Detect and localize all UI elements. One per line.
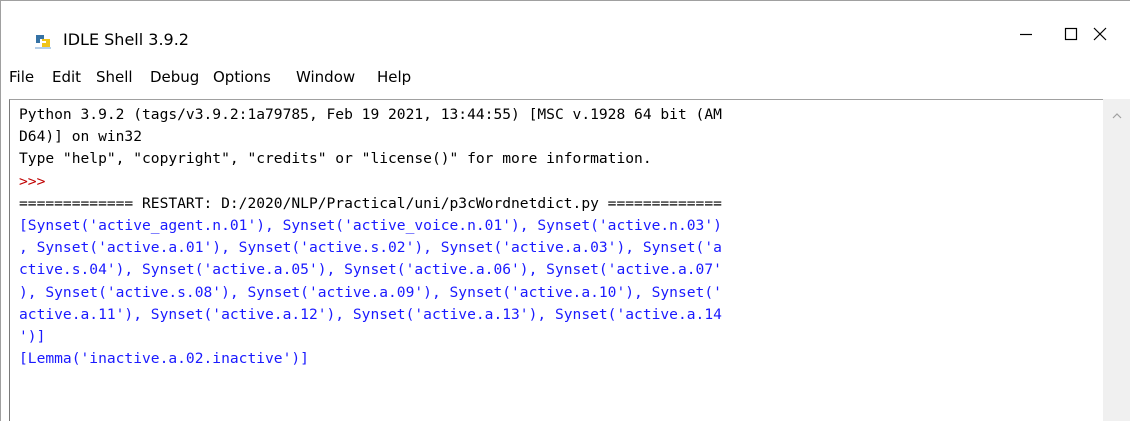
menu-file[interactable]: File [9,68,34,86]
window-title: IDLE Shell 3.9.2 [63,30,189,49]
minimize-icon [1019,26,1033,45]
menu-window[interactable]: Window [296,68,355,86]
menu-bar: File Edit Shell Debug Options Window Hel… [1,63,1130,93]
close-button[interactable] [1077,19,1123,51]
shell-text-area[interactable]: Python 3.9.2 (tags/v3.9.2:1a79785, Feb 1… [9,99,1103,421]
title-bar[interactable]: IDLE Shell 3.9.2 [1,1,1130,53]
shell-output: Python 3.9.2 (tags/v3.9.2:1a79785, Feb 1… [19,104,722,370]
close-icon [1093,26,1107,45]
menu-help[interactable]: Help [377,68,411,86]
shell-line: Type "help", "copyright", "credits" or "… [19,150,652,168]
menu-debug[interactable]: Debug [150,68,199,86]
restart-banner: ============= RESTART: D:/2020/NLP/Pract… [19,194,722,212]
shell-line: Python 3.9.2 (tags/v3.9.2:1a79785, Feb 1… [19,106,722,123]
output-line: ), Synset('active.s.08'), Synset('active… [19,283,722,301]
minimize-button[interactable] [1003,19,1049,51]
chevron-up-icon[interactable] [1112,107,1122,125]
output-line: , Synset('active.a.01'), Synset('active.… [19,239,722,257]
output-line: ctive.s.04'), Synset('active.a.05'), Syn… [19,261,722,279]
maximize-icon [1064,26,1078,45]
menu-options[interactable]: Options [213,68,271,86]
shell-line: D64)] on win32 [19,128,143,146]
output-line: active.a.11'), Synset('active.a.12'), Sy… [19,305,722,323]
output-line: ')] [19,327,46,345]
vertical-scrollbar[interactable] [1103,99,1130,421]
idle-shell-window: IDLE Shell 3.9.2 File Edit Shell Debug O… [0,0,1130,421]
python-idle-icon [34,33,52,49]
output-line: [Lemma('inactive.a.02.inactive')] [19,350,309,368]
menu-shell[interactable]: Shell [96,68,133,86]
output-line: [Synset('active_agent.n.01'), Synset('ac… [19,216,722,234]
shell-prompt: >>> [19,172,46,190]
menu-edit[interactable]: Edit [52,68,81,86]
